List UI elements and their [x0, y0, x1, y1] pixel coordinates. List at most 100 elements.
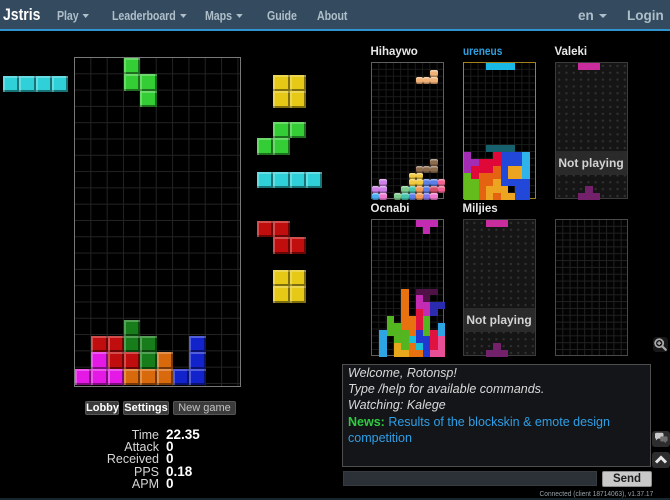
queue-piece-O	[257, 75, 323, 124]
mini-stack-block	[508, 159, 515, 166]
mini-stack-block	[493, 179, 501, 186]
opponent-board-hihaywo[interactable]	[371, 62, 444, 199]
mini-stack-block	[379, 179, 387, 186]
mini-falling-block	[486, 63, 493, 70]
mini-stack-block	[423, 193, 430, 200]
falling-block	[124, 74, 140, 91]
mini-stack-block	[372, 186, 379, 193]
mini-stack-block	[493, 186, 501, 193]
chat-popout-button[interactable]	[652, 431, 670, 447]
ghost-block	[430, 289, 438, 295]
mini-stack-block	[409, 343, 416, 350]
nav-item-about[interactable]: About	[317, 8, 347, 23]
caret-down-icon	[83, 14, 90, 18]
queue-block	[273, 172, 290, 188]
not-playing-overlay: Not playing	[464, 308, 535, 332]
nav-item-language[interactable]: en	[578, 8, 607, 23]
mini-stack-block	[515, 152, 522, 159]
mini-stack-block	[493, 166, 501, 173]
mini-stack-block	[372, 193, 379, 200]
mini-stack-block	[479, 166, 486, 173]
opponent-board-miljies[interactable]: Not playing	[463, 219, 536, 356]
falling-block	[140, 91, 157, 107]
send-button[interactable]: Send	[602, 471, 652, 487]
mini-stack-block	[416, 179, 423, 186]
mini-stack-block	[522, 159, 530, 166]
hold-block	[52, 76, 68, 92]
nav-item-login[interactable]: Login	[627, 8, 664, 23]
mini-stack-block	[387, 323, 394, 330]
queue-block	[273, 75, 290, 91]
opponent-board-valeki[interactable]: Not playing	[555, 62, 628, 199]
mini-stack-block	[501, 179, 508, 186]
mini-stack-block	[471, 186, 479, 193]
mini-stack-block	[430, 159, 438, 166]
chat-input[interactable]	[343, 471, 597, 486]
zoom-boards-icon[interactable]	[653, 337, 668, 352]
stack-block	[108, 336, 124, 352]
mini-stack-block	[438, 323, 445, 330]
opponent-board-ureneus[interactable]	[463, 62, 536, 199]
queue-block	[273, 237, 290, 254]
mini-stack-block	[578, 193, 585, 200]
collapse-chat-button[interactable]	[652, 452, 670, 468]
queue-block	[290, 270, 306, 286]
queue-block	[273, 286, 290, 303]
mini-stack-block	[409, 193, 416, 200]
news-link[interactable]: Results of the blockskin & emote design …	[348, 415, 610, 445]
ghost-block	[423, 295, 430, 302]
stat-value: 0	[166, 476, 174, 491]
nav-item-guide[interactable]: Guide	[267, 8, 297, 23]
mini-stack-block	[471, 193, 479, 200]
mini-falling-block	[423, 227, 430, 234]
player-name-ureneus: ureneus	[463, 46, 502, 58]
lobby-button[interactable]: Lobby	[85, 401, 119, 415]
mini-falling-block	[416, 77, 423, 84]
mini-stack-block	[416, 166, 423, 173]
queue-piece-I	[257, 172, 323, 221]
stack-block	[140, 369, 157, 385]
stack-block	[108, 369, 124, 385]
stack-block	[124, 369, 140, 385]
chat-bubbles-icon	[652, 431, 670, 447]
mini-stack-block	[394, 343, 401, 350]
mini-stack-block	[416, 173, 423, 179]
mini-stack-block	[416, 309, 423, 316]
stack-block	[157, 352, 173, 369]
mini-stack-block	[430, 309, 438, 316]
brand-logo[interactable]: Jstris	[3, 6, 40, 25]
mini-stack-block	[423, 316, 430, 323]
stack-block	[189, 352, 206, 369]
queue-block	[290, 122, 306, 138]
mini-stack-block	[394, 336, 401, 343]
player-name-miljies: Miljies	[463, 203, 498, 215]
mini-falling-block	[578, 63, 585, 70]
mini-stack-block	[401, 350, 409, 357]
chat-log[interactable]: Welcome, Rotonsp! Type /help for availab…	[342, 364, 651, 467]
nav-item-play[interactable]: Play	[57, 8, 89, 23]
mini-falling-block	[593, 63, 600, 70]
mini-stack-block	[493, 343, 501, 350]
stack-block	[124, 320, 140, 336]
mini-falling-block	[501, 220, 508, 227]
nav-item-maps[interactable]: Maps	[205, 8, 243, 23]
nav-item-label: Login	[627, 8, 664, 23]
mini-stack-block	[401, 343, 409, 350]
queue-block	[290, 75, 306, 91]
new-game-button[interactable]: New game	[173, 401, 236, 415]
mini-stack-block	[464, 193, 471, 200]
stack-block	[124, 336, 140, 352]
opponent-board-empty[interactable]	[555, 219, 628, 356]
mini-stack-block	[423, 323, 430, 330]
ghost-block	[486, 145, 493, 152]
stack-block	[75, 369, 91, 385]
nav-item-leaderboard[interactable]: Leaderboard	[112, 8, 186, 23]
mini-stack-block	[423, 309, 430, 316]
mini-stack-block	[515, 193, 522, 200]
mini-stack-block	[464, 186, 471, 193]
mini-stack-block	[438, 343, 445, 350]
mini-stack-block	[394, 350, 401, 357]
opponent-board-ocnabi[interactable]	[371, 219, 444, 356]
not-playing-overlay: Not playing	[556, 151, 627, 175]
settings-button[interactable]: Settings	[123, 401, 169, 415]
